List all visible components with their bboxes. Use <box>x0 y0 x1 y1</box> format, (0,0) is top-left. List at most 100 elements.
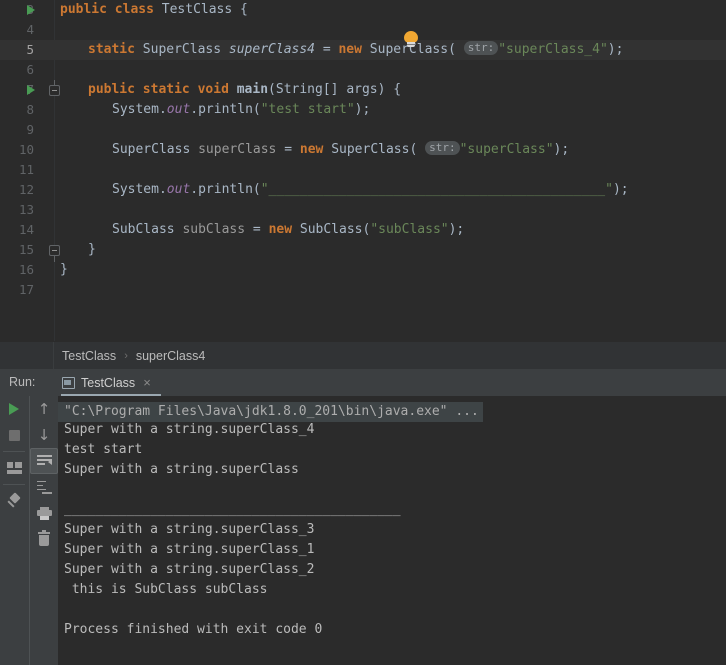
soft-wrap-button[interactable] <box>30 448 58 474</box>
line-number[interactable]: 15 <box>0 240 40 260</box>
code-line[interactable]: 13 <box>0 200 726 220</box>
code-text: } <box>88 240 96 260</box>
code-line[interactable]: 15 } <box>0 240 726 262</box>
console-command-line: "C:\Program Files\Java\jdk1.8.0_201\bin\… <box>58 402 483 422</box>
code-text: System.out.println("test start"); <box>112 100 370 120</box>
layout-button[interactable] <box>0 455 28 481</box>
line-number[interactable]: 13 <box>0 200 40 220</box>
run-method-marker-icon[interactable] <box>27 85 35 95</box>
code-editor[interactable]: 3 public class TestClass { 4 5 static Su… <box>0 0 726 341</box>
fold-marker-icon[interactable] <box>49 245 60 262</box>
line-number[interactable]: 11 <box>0 160 40 180</box>
line-number[interactable]: 8 <box>0 100 40 120</box>
code-line[interactable]: 4 <box>0 20 726 40</box>
closing-brace: } <box>60 262 68 277</box>
arrow-down-icon: ↓ <box>37 425 51 444</box>
out-field: out <box>166 182 191 197</box>
code-line[interactable]: 3 public class TestClass { <box>0 0 726 20</box>
stop-button[interactable] <box>0 422 28 448</box>
operator: = <box>252 222 261 237</box>
run-tab-testclass[interactable]: TestClass × <box>56 369 161 396</box>
code-line[interactable]: 16 } <box>0 260 726 280</box>
system-ref: System. <box>112 182 167 197</box>
stop-icon <box>8 429 20 441</box>
line-number[interactable]: 16 <box>0 260 40 280</box>
down-button[interactable]: ↓ <box>30 422 58 448</box>
code-line[interactable]: 14 SubClass subClass = new SubClass("sub… <box>0 220 726 240</box>
up-button[interactable]: ↑ <box>30 396 58 422</box>
brace: { <box>240 2 248 17</box>
keyword-static: static <box>88 42 135 57</box>
console-line: ________________________________________… <box>64 502 401 517</box>
code-line-current[interactable]: 5 static SuperClass superClass4 = new Su… <box>0 40 726 60</box>
scroll-to-end-button[interactable] <box>30 474 58 500</box>
code-text: } <box>60 260 68 280</box>
toolbar-divider <box>3 451 25 452</box>
breadcrumb-item-field[interactable]: superClass4 <box>136 349 205 363</box>
console-line: Super with a string.superClass_3 <box>64 522 315 537</box>
line-number[interactable]: 14 <box>0 220 40 240</box>
line-number[interactable]: 12 <box>0 180 40 200</box>
clear-all-button[interactable] <box>30 526 58 552</box>
run-tab-title: TestClass <box>81 375 136 390</box>
type-name: SuperClass <box>112 142 191 157</box>
intellij-window: 3 public class TestClass { 4 5 static Su… <box>0 0 726 665</box>
breadcrumb-item-class[interactable]: TestClass <box>62 349 116 363</box>
keyword-new: new <box>338 42 362 57</box>
parameter-hint: str: <box>463 41 499 55</box>
code-line[interactable]: 6 <box>0 60 726 80</box>
run-class-marker-icon[interactable] <box>27 5 35 15</box>
line-number[interactable]: 9 <box>0 120 40 140</box>
code-line[interactable]: 10 SuperClass superClass = new SuperClas… <box>0 140 726 160</box>
println-call: .println( <box>190 182 261 197</box>
run-header: Run: TestClass × <box>0 369 726 396</box>
closing-brace: } <box>88 242 96 257</box>
type-name: SuperClass <box>142 42 222 57</box>
code-line[interactable]: 7 public static void main(String[] args)… <box>0 80 726 100</box>
fold-marker-icon[interactable] <box>49 80 60 96</box>
print-button[interactable] <box>30 500 58 526</box>
code-line[interactable]: 17 <box>0 280 726 300</box>
code-text: static SuperClass superClass4 = new Supe… <box>88 40 623 60</box>
lightbulb-icon[interactable] <box>404 31 418 48</box>
scroll-end-icon <box>37 480 52 494</box>
toolbar-divider <box>3 484 25 485</box>
console-line: Super with a string.superClass_1 <box>64 542 315 557</box>
line-number[interactable]: 4 <box>0 20 40 40</box>
string-literal: "test start" <box>260 102 355 117</box>
method-name: main <box>236 82 269 97</box>
line-number[interactable]: 10 <box>0 140 40 160</box>
variable-name: subClass <box>182 222 246 237</box>
code-text: public class TestClass { <box>60 0 248 20</box>
keyword-public: public <box>60 2 107 17</box>
code-text: SubClass subClass = new SubClass("subCla… <box>112 220 464 240</box>
arrow-up-icon: ↑ <box>37 399 51 418</box>
code-line[interactable]: 11 <box>0 160 726 180</box>
close-icon[interactable]: × <box>143 376 151 389</box>
code-line[interactable]: 12 System.out.println("_________________… <box>0 180 726 200</box>
system-ref: System. <box>112 102 167 117</box>
console-output[interactable]: "C:\Program Files\Java\jdk1.8.0_201\bin\… <box>58 396 726 665</box>
lightbulb-base <box>407 42 415 47</box>
console-icon <box>62 376 75 389</box>
code-line[interactable]: 8 System.out.println("test start"); <box>0 100 726 120</box>
pin-tab-button[interactable] <box>0 488 28 514</box>
statement-end: ); <box>448 222 465 237</box>
run-tool-window: Run: TestClass × ↑ ↓ "C:\Program Files\J… <box>0 369 726 665</box>
string-literal: "superClass" <box>459 142 554 157</box>
keyword-class: class <box>114 2 154 17</box>
code-line[interactable]: 9 <box>0 120 726 140</box>
statement-end: ); <box>354 102 371 117</box>
line-number[interactable]: 6 <box>0 60 40 80</box>
code-area[interactable]: 3 public class TestClass { 4 5 static Su… <box>0 0 726 341</box>
breadcrumb[interactable]: TestClass › superClass4 <box>62 342 205 369</box>
breadcrumb-gutter <box>0 342 54 369</box>
console-line: this is SubClass subClass <box>64 582 268 597</box>
keyword-static: static <box>142 82 190 97</box>
line-number[interactable]: 17 <box>0 280 40 300</box>
rerun-button[interactable] <box>0 396 28 422</box>
string-literal: "superClass_4" <box>498 42 608 57</box>
line-number[interactable]: 5 <box>0 40 40 60</box>
